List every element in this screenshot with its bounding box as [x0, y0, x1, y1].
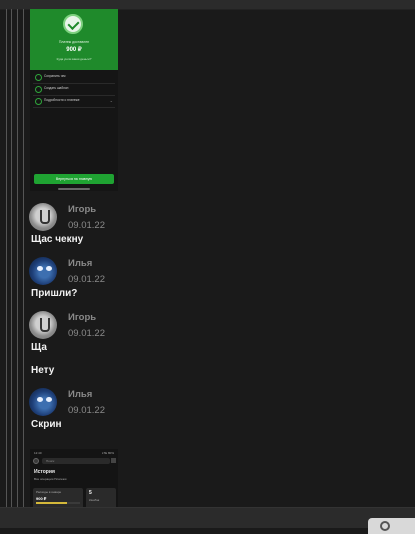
message-author[interactable]: Илья	[68, 258, 92, 269]
message-date: 09.01.22	[68, 220, 105, 231]
message-date: 09.01.22	[68, 328, 105, 339]
success-title: Платеж доставлен	[58, 40, 90, 44]
cashback-card: 5 Кэшбэк	[86, 488, 116, 507]
scroll-down-button[interactable]	[368, 518, 415, 534]
message-date: 09.01.22	[68, 405, 105, 416]
message-text: Скрин	[31, 419, 62, 430]
status-time: 12:40	[34, 451, 42, 455]
thread-line	[17, 9, 18, 507]
avatar[interactable]	[29, 257, 57, 285]
chevron-down-icon: ⌄	[109, 98, 113, 103]
attached-screenshot-payment[interactable]: Платеж доставлен 900 ₽ Куда ушли ваши де…	[30, 9, 118, 191]
thread-line	[6, 9, 7, 507]
attached-screenshot-history[interactable]: 12:40 LTE 80% Поиск История Все операции…	[30, 449, 118, 507]
thread-line	[11, 9, 12, 507]
bottom-bar	[0, 507, 415, 528]
screen-title: История	[34, 469, 55, 475]
thread-line	[23, 9, 24, 507]
avatar[interactable]	[29, 311, 57, 339]
message-author[interactable]: Игорь	[68, 312, 96, 323]
message-author[interactable]: Игорь	[68, 204, 96, 215]
action-row: Подробности о платеже ⌄	[33, 95, 115, 108]
profile-icon	[33, 458, 39, 464]
message-author[interactable]: Илья	[68, 389, 92, 400]
return-home-button: Вернуться на главную	[34, 174, 114, 184]
status-signal: LTE 80%	[101, 451, 114, 455]
expenses-card: Расходы в январе 900 ₽	[33, 488, 83, 507]
message-text: Пришли?	[31, 288, 78, 299]
info-icon	[35, 98, 42, 105]
template-icon	[35, 86, 42, 93]
search-field: Поиск	[42, 458, 110, 464]
avatar[interactable]	[29, 203, 57, 231]
checkmark-icon	[63, 14, 83, 34]
avatar[interactable]	[29, 388, 57, 416]
message-date: 09.01.22	[68, 274, 105, 285]
tabs: Все операции Платежи	[34, 477, 67, 481]
grid-icon	[111, 458, 116, 463]
message-text: Ща	[31, 342, 47, 353]
payment-amount: 900 ₽	[66, 47, 82, 53]
message-text: Нету	[31, 365, 55, 376]
receipt-icon	[35, 74, 42, 81]
home-indicator	[58, 188, 90, 190]
expenses-bar	[36, 502, 80, 504]
message-thread: Платеж доставлен 900 ₽ Куда ушли ваши де…	[29, 9, 409, 507]
arrow-down-icon	[380, 521, 390, 531]
message-text: Щас чекну	[31, 234, 84, 245]
success-subtitle: Куда ушли ваши деньги?	[56, 57, 92, 61]
